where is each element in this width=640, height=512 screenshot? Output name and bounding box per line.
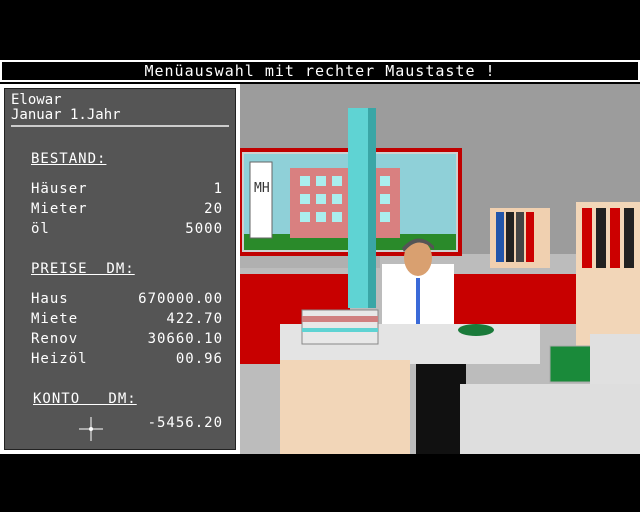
status-bar-text: Menüauswahl mit rechter Maustaste ! bbox=[144, 62, 496, 80]
player-name: Elowar bbox=[11, 92, 62, 108]
cursor-sparkle-icon bbox=[79, 417, 103, 441]
poster-sign: MH bbox=[254, 181, 270, 196]
bestand-label-haeuser: Häuser bbox=[31, 181, 88, 197]
preise-label-renov: Renov bbox=[31, 331, 79, 347]
preise-label-haus: Haus bbox=[31, 291, 69, 307]
bestand-heading: BESTAND: bbox=[31, 151, 107, 167]
bestand-value-haeuser: 1 bbox=[213, 181, 223, 197]
preise-value-renov: 30660.10 bbox=[147, 331, 223, 347]
game-date: Januar 1.Jahr bbox=[11, 107, 121, 123]
player-info: Elowar Januar 1.Jahr bbox=[11, 93, 229, 127]
konto-heading: KONTO DM: bbox=[33, 391, 137, 407]
preise-value-heizoel: 00.96 bbox=[175, 351, 223, 367]
preise-heading: PREISE DM: bbox=[31, 261, 135, 277]
status-bar: Menüauswahl mit rechter Maustaste ! bbox=[0, 60, 640, 82]
office-illustration: MH bbox=[240, 84, 640, 454]
konto-value: -5456.20 bbox=[147, 415, 223, 431]
preise-label-heizoel: Heizöl bbox=[31, 351, 88, 367]
preise-label-miete: Miete bbox=[31, 311, 79, 327]
stats-panel-inner: Elowar Januar 1.Jahr BESTAND: Häuser 1 M… bbox=[4, 88, 236, 450]
stats-panel: Elowar Januar 1.Jahr BESTAND: Häuser 1 M… bbox=[0, 84, 240, 454]
preise-value-miete: 422.70 bbox=[166, 311, 223, 327]
bestand-value-mieter: 20 bbox=[204, 201, 223, 217]
preise-value-haus: 670000.00 bbox=[138, 291, 223, 307]
office-scene[interactable]: MH bbox=[240, 84, 640, 454]
bestand-label-mieter: Mieter bbox=[31, 201, 88, 217]
bestand-label-oel: öl bbox=[31, 221, 50, 237]
bestand-value-oel: 5000 bbox=[185, 221, 223, 237]
bottom-border bbox=[0, 454, 640, 512]
